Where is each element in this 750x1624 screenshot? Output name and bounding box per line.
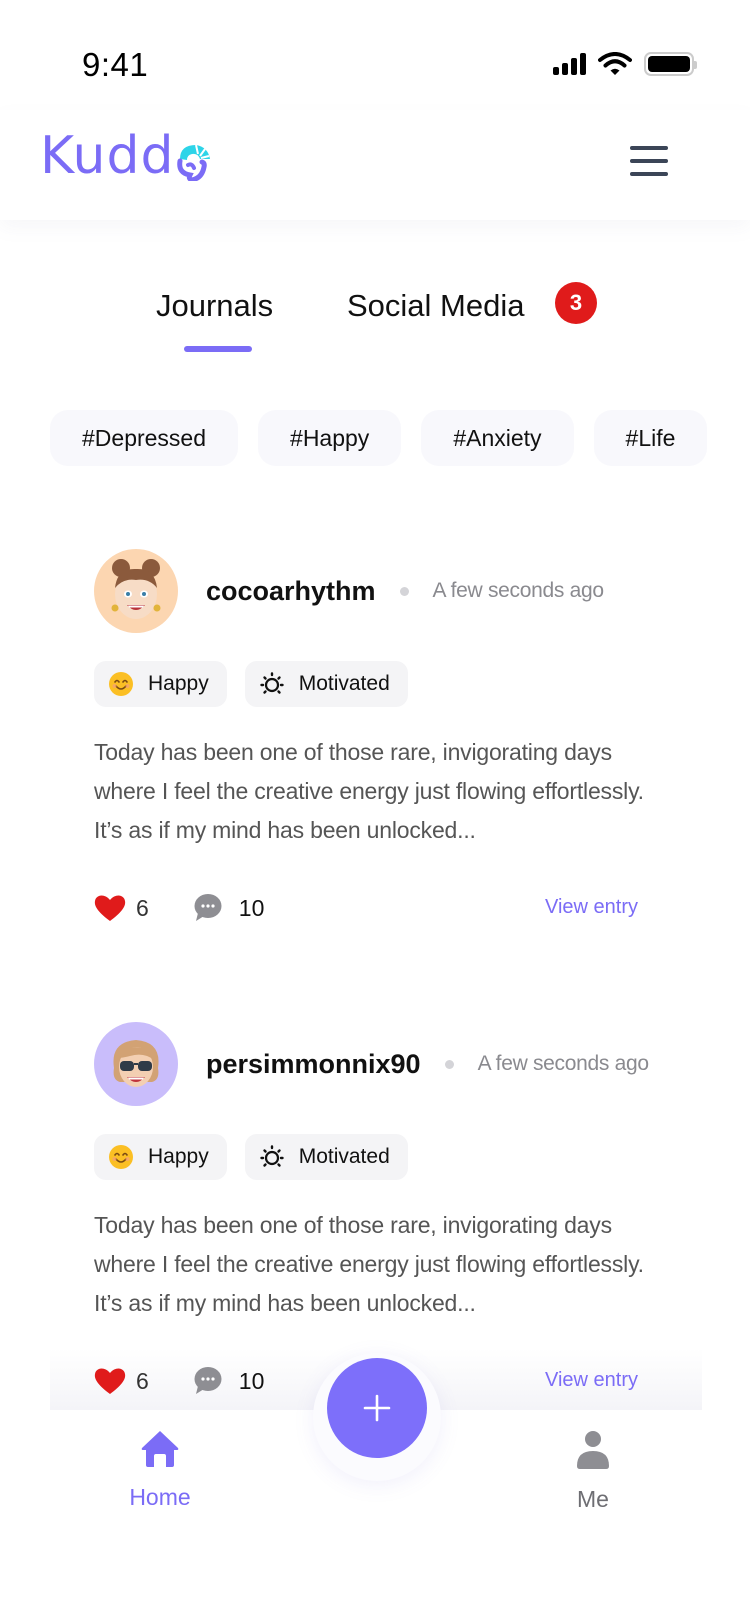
nav-label: Home xyxy=(129,1484,191,1510)
home-icon xyxy=(141,1431,179,1467)
memoji-girl-avatar-icon xyxy=(111,559,161,619)
comment-bubble-icon xyxy=(194,894,222,921)
hashtag-chip[interactable]: #Life xyxy=(593,410,708,466)
hashtag-filter-bar[interactable]: #Depressed #Happy #Anxiety #Life xyxy=(50,410,750,466)
like-count: 6 xyxy=(136,1367,149,1394)
person-icon xyxy=(577,1431,609,1469)
sun-icon xyxy=(259,1144,285,1170)
journal-post: cocoarhythm A few seconds ago Happy Moti… xyxy=(94,549,674,928)
mood-chip-motivated: Motivated xyxy=(244,661,408,707)
app-logo[interactable]: Kudd xyxy=(40,126,212,186)
mood-label: Happy xyxy=(148,1145,209,1168)
battery-icon xyxy=(644,52,697,76)
sun-icon xyxy=(259,671,285,697)
menu-line xyxy=(630,172,668,176)
menu-line xyxy=(630,146,668,150)
avatar[interactable] xyxy=(94,1022,178,1106)
nav-label: Me xyxy=(577,1486,609,1512)
comment-button[interactable]: 10 xyxy=(193,893,265,923)
post-username[interactable]: persimmonnix90 xyxy=(206,1049,421,1080)
status-icons xyxy=(553,52,697,76)
comment-button[interactable]: 10 xyxy=(193,1366,265,1396)
journal-post: persimmonnix90 A few seconds ago Happy M… xyxy=(94,1022,674,1401)
post-excerpt: Today has been one of those rare, invigo… xyxy=(94,1212,644,1316)
mood-chip-happy: Happy xyxy=(94,661,227,707)
hashtag-chip[interactable]: #Anxiety xyxy=(421,410,574,466)
tab-social-media[interactable]: Social Media xyxy=(347,288,524,324)
view-entry-link[interactable]: View entry xyxy=(545,1369,638,1392)
comment-bubble-icon xyxy=(194,1367,222,1394)
comment-count: 10 xyxy=(238,1367,265,1394)
hamburger-menu-button[interactable] xyxy=(630,146,668,176)
mood-label: Motivated xyxy=(298,1145,390,1168)
hashtag-chip[interactable]: #Depressed xyxy=(50,410,239,466)
mood-tags: Happy Motivated xyxy=(94,661,674,707)
heart-icon xyxy=(94,1368,126,1394)
app-header: Kudd xyxy=(0,110,750,220)
post-timestamp: A few seconds ago xyxy=(432,579,604,602)
mood-tags: Happy Motivated xyxy=(94,1134,674,1180)
like-button[interactable]: 6 xyxy=(94,894,149,922)
feed-tabs: Journals Social Media 3 xyxy=(0,282,750,358)
logo-text: Kudd xyxy=(40,126,175,186)
nav-item-me[interactable]: Me xyxy=(553,1430,633,1513)
separator-dot xyxy=(399,586,409,596)
post-excerpt: Today has been one of those rare, invigo… xyxy=(94,739,644,843)
status-time: 9:41 xyxy=(82,46,149,83)
mood-label: Motivated xyxy=(298,672,390,695)
cellular-signal-icon xyxy=(553,53,586,75)
comment-count: 10 xyxy=(238,894,265,921)
post-timestamp: A few seconds ago xyxy=(477,1052,649,1075)
heart-icon xyxy=(94,895,126,921)
smiling-face-emoji-icon xyxy=(108,671,134,697)
like-button[interactable]: 6 xyxy=(94,1367,149,1395)
menu-line xyxy=(630,159,668,163)
mood-chip-happy: Happy xyxy=(94,1134,227,1180)
logo-brain-icon xyxy=(177,144,211,181)
hashtag-chip[interactable]: #Happy xyxy=(258,410,402,466)
tab-journals[interactable]: Journals xyxy=(156,288,273,324)
post-header: persimmonnix90 A few seconds ago xyxy=(94,1022,674,1106)
status-bar: 9:41 xyxy=(0,0,750,110)
memoji-woman-sunglasses-avatar-icon xyxy=(113,1040,159,1087)
like-count: 6 xyxy=(136,894,149,921)
avatar[interactable] xyxy=(94,549,178,633)
post-header: cocoarhythm A few seconds ago xyxy=(94,549,674,633)
wifi-icon xyxy=(598,52,632,75)
separator-dot xyxy=(444,1059,454,1069)
post-actions: 6 10 View entry xyxy=(94,888,674,928)
post-username[interactable]: cocoarhythm xyxy=(206,576,376,607)
active-tab-indicator xyxy=(184,346,252,352)
smiling-face-emoji-icon xyxy=(108,1144,134,1170)
mood-label: Happy xyxy=(148,672,209,695)
plus-icon xyxy=(363,1394,391,1422)
nav-item-home[interactable]: Home xyxy=(120,1430,200,1511)
add-entry-button[interactable] xyxy=(327,1358,427,1458)
notification-badge: 3 xyxy=(555,282,597,324)
view-entry-link[interactable]: View entry xyxy=(545,896,638,919)
mood-chip-motivated: Motivated xyxy=(244,1134,408,1180)
